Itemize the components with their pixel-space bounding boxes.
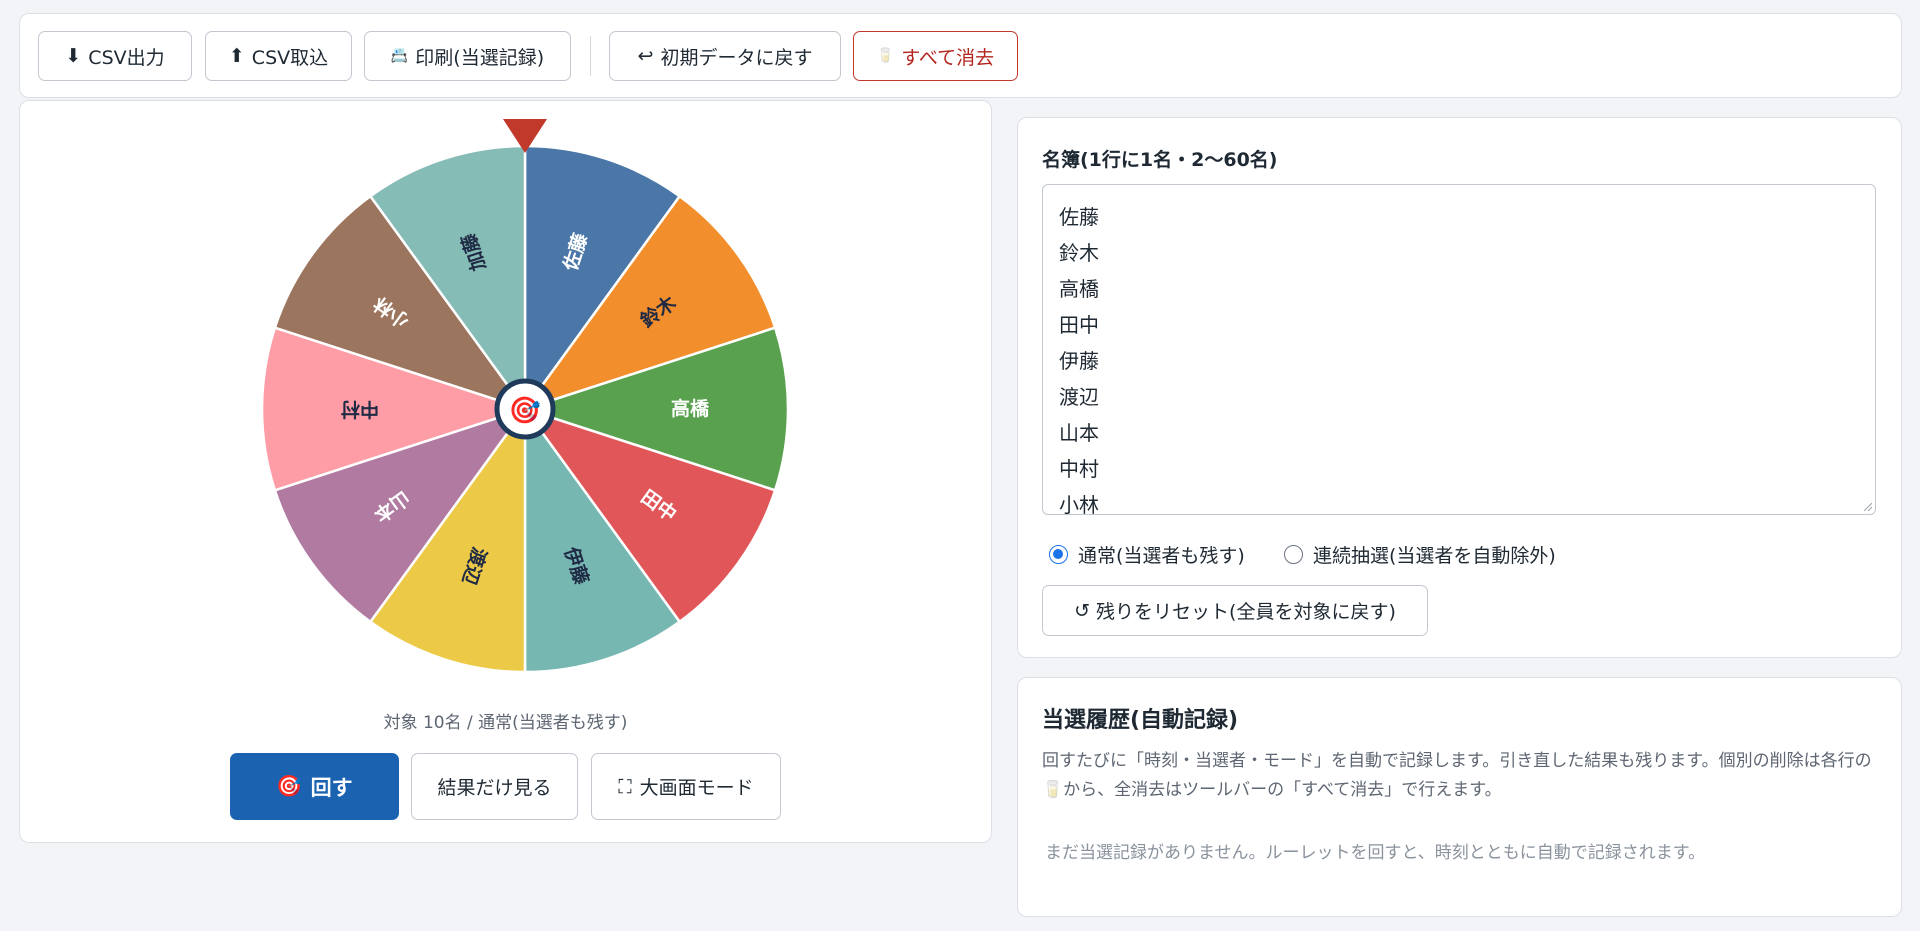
target-icon: 🎯 xyxy=(276,774,303,798)
mode-normal-option[interactable]: 通常(当選者も残す) xyxy=(1049,541,1245,568)
download-icon: ⬇ xyxy=(65,45,82,67)
roster-line: 佐藤 xyxy=(1059,205,1099,229)
wheel-segment-label: 中村 xyxy=(341,398,379,421)
wheel-segment-label: 高橋 xyxy=(671,397,710,420)
roster-line: 渡辺 xyxy=(1059,385,1099,409)
print-label: 印刷(当選記録) xyxy=(415,46,545,69)
result-only-label: 結果だけ見る xyxy=(437,777,552,799)
roster-title: 名簿(1行に1名・2〜60名) xyxy=(1042,149,1278,171)
roster-line: 伊藤 xyxy=(1059,349,1099,373)
big-screen-button[interactable]: ⛶ 大画面モード xyxy=(591,753,781,820)
spin-button[interactable]: 🎯 回す xyxy=(230,753,399,820)
return-arrow-icon: ↩ xyxy=(637,45,654,67)
roster-line: 山本 xyxy=(1059,421,1099,445)
reset-remaining-button[interactable]: ↺ 残りをリセット(全員を対象に戻す) xyxy=(1042,585,1428,636)
reset-label: 残りをリセット(全員を対象に戻す) xyxy=(1096,601,1396,623)
history-title: 当選履歴(自動記録) xyxy=(1042,708,1239,733)
roster-textarea[interactable]: 佐藤 鈴木 高橋 田中 伊藤 渡辺 山本 中村 小林 xyxy=(1042,184,1876,515)
mode-normal-label: 通常(当選者も残す) xyxy=(1078,545,1245,567)
csv-import-button[interactable]: ⬆ CSV取込 xyxy=(205,31,352,81)
csv-export-button[interactable]: ⬇ CSV出力 xyxy=(38,31,192,81)
print-button[interactable]: 📇 印刷(当選記録) xyxy=(364,31,571,81)
mode-continuous-label: 連続抽選(当選者を自動除外) xyxy=(1313,545,1556,567)
big-screen-label: 大画面モード xyxy=(639,777,754,799)
toolbar-divider xyxy=(590,36,591,76)
history-empty-message: まだ当選記録がありません。ルーレットを回すと、時刻とともに自動で記録されます。 xyxy=(1045,843,1706,863)
roulette-wheel[interactable]: 佐藤鈴木高橋田中伊藤渡辺山本中村小林加藤 🎯 xyxy=(235,115,815,695)
printer-icon: 📇 xyxy=(390,48,409,64)
roster-list: 佐藤 鈴木 高橋 田中 伊藤 渡辺 山本 中村 小林 xyxy=(1043,185,1875,515)
history-description: 回すたびに「時刻・当選者・モード」を自動で記録します。引き直した結果も残ります。… xyxy=(1042,751,1872,800)
history-panel: 当選履歴(自動記録) 回すたびに「時刻・当選者・モード」を自動で記録します。引き… xyxy=(1017,677,1902,917)
mode-continuous-option[interactable]: 連続抽選(当選者を自動除外) xyxy=(1284,541,1556,568)
resize-grip-icon[interactable] xyxy=(1862,501,1872,511)
clear-all-label: すべて消去 xyxy=(901,46,995,69)
roster-panel: 名簿(1行に1名・2〜60名) 佐藤 鈴木 高橋 田中 伊藤 渡辺 山本 中村 … xyxy=(1017,117,1902,658)
roulette-panel: 佐藤 鈴木 高橋 田中 伊藤 渡辺 山本 中村 小林 加藤 🎯 対象 10名 / 通常(当選者も残… xyxy=(19,100,992,843)
reset-icon: ↺ xyxy=(1074,599,1091,622)
restore-label: 初期データに戻す xyxy=(660,46,813,69)
fullscreen-icon: ⛶ xyxy=(618,775,632,798)
roster-line: 田中 xyxy=(1059,313,1099,337)
clear-all-button[interactable]: 🥛 すべて消去 xyxy=(853,31,1018,81)
trash-icon: 🥛 xyxy=(876,48,895,64)
roster-line: 中村 xyxy=(1059,457,1099,481)
roster-line: 高橋 xyxy=(1059,277,1099,301)
toolbar: ⬇ CSV出力 ⬆ CSV取込 📇 印刷(当選記録) ↩ 初期データに戻す 🥛 … xyxy=(19,13,1902,98)
spin-label: 回す xyxy=(310,775,353,800)
mode-normal-radio[interactable] xyxy=(1049,545,1068,564)
upload-icon: ⬆ xyxy=(228,45,245,67)
restore-initial-data-button[interactable]: ↩ 初期データに戻す xyxy=(609,31,841,81)
result-only-button[interactable]: 結果だけ見る xyxy=(411,753,578,820)
roster-line: 鈴木 xyxy=(1059,241,1099,265)
roster-line: 小林 xyxy=(1059,493,1099,515)
wheel-status-text: 対象 10名 / 通常(当選者も残す) xyxy=(383,713,628,733)
csv-import-label: CSV取込 xyxy=(251,46,329,69)
mode-continuous-radio[interactable] xyxy=(1284,545,1303,564)
target-icon: 🎯 xyxy=(509,396,541,426)
csv-export-label: CSV出力 xyxy=(88,46,165,69)
